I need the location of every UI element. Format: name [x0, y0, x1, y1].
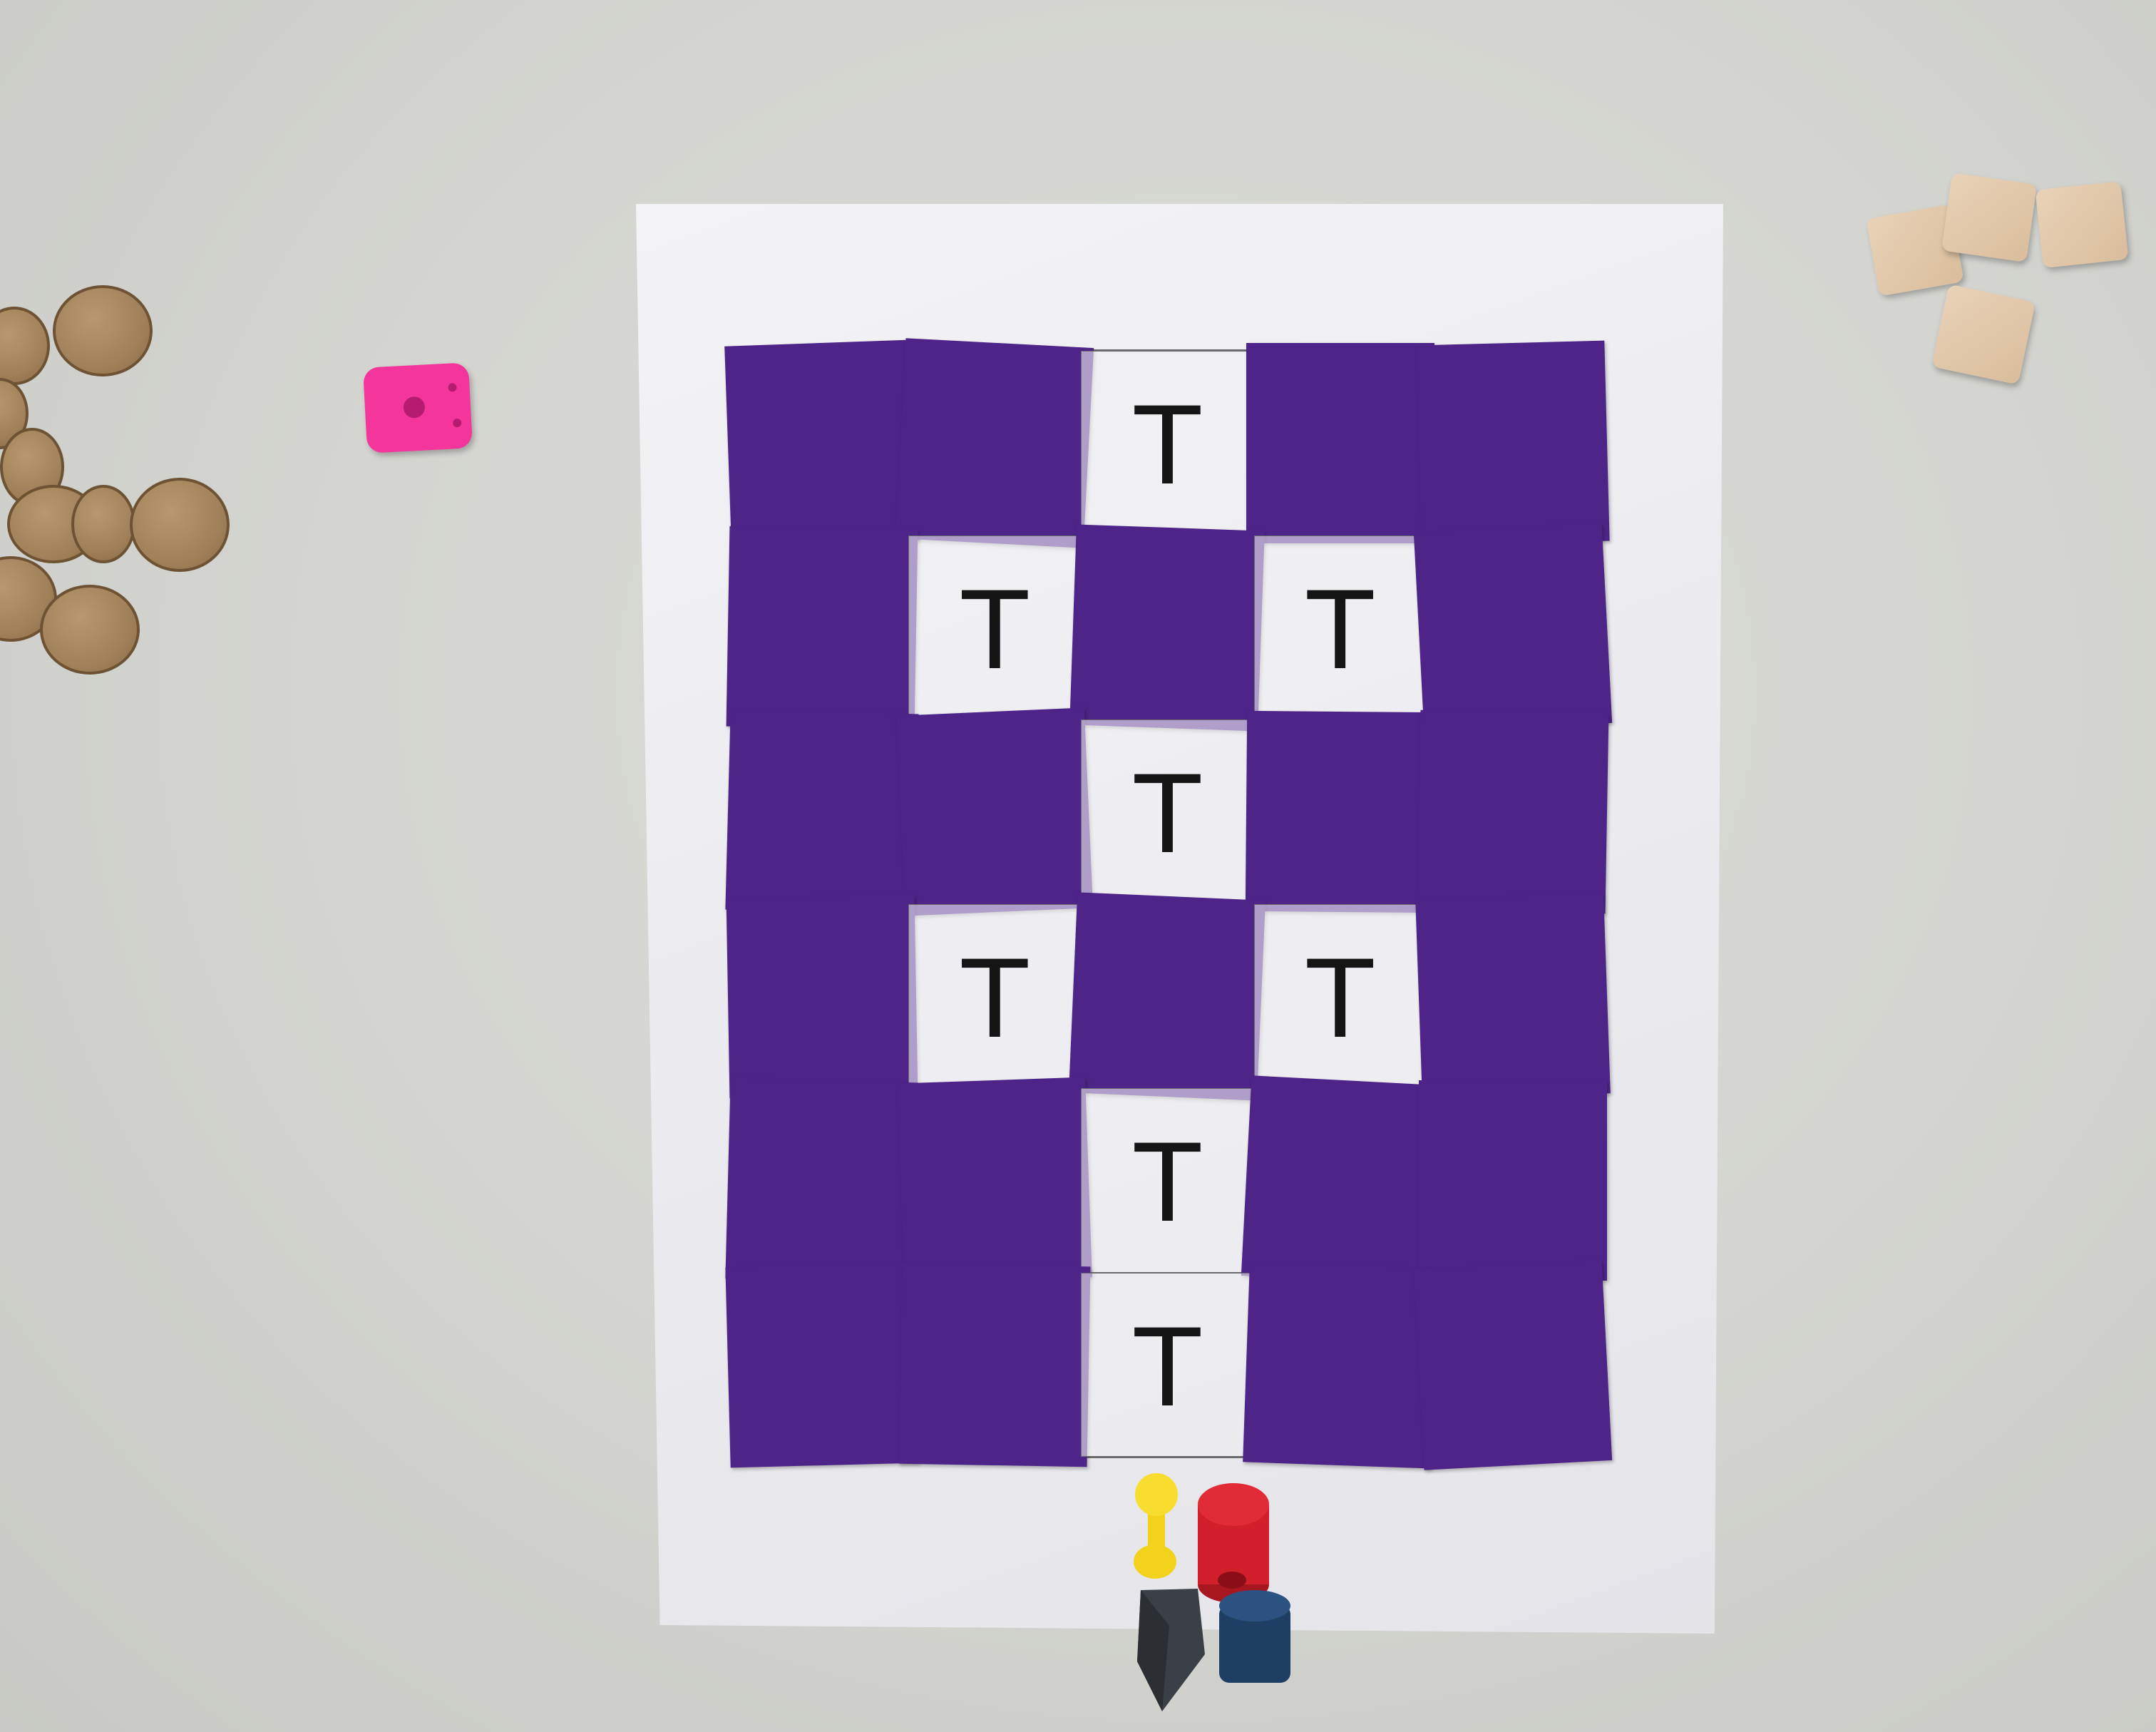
cell-letter: T: [962, 569, 1028, 694]
wooden-disc[interactable]: [130, 478, 230, 572]
purple-card[interactable]: [725, 1077, 919, 1283]
wooden-block-pile: [1854, 164, 2156, 399]
cell-letter: T: [1134, 754, 1201, 878]
purple-card[interactable]: [1417, 709, 1609, 913]
wooden-disc[interactable]: [53, 285, 153, 376]
board-cell-r6-c1[interactable]: [725, 1262, 919, 1467]
board-cell-r1-c3[interactable]: T: [1081, 351, 1254, 536]
board-cell-r1-c2[interactable]: [895, 338, 1094, 548]
board-cell-r2-c3[interactable]: [1069, 523, 1266, 731]
board-cell-r6-c4[interactable]: [1242, 1261, 1438, 1468]
board-cell-r2-c2[interactable]: T: [908, 535, 1082, 719]
wooden-square-block[interactable]: [1931, 284, 2036, 385]
player-pawns: [1134, 1473, 1290, 1711]
wooden-triangle-block[interactable]: [2035, 181, 2129, 268]
wooden-disc[interactable]: [0, 307, 50, 385]
board-cell-r6-c5[interactable]: [1413, 1259, 1613, 1470]
board-cell-r2-c5[interactable]: [1413, 522, 1613, 732]
cell-letter: T: [1134, 385, 1201, 510]
board-cell-r5-c1[interactable]: [725, 1077, 919, 1283]
black-pawn[interactable]: [1137, 1589, 1205, 1711]
game-board-grid: TTTTTTTT: [724, 338, 1613, 1470]
cell-letter: T: [1307, 569, 1373, 694]
die-pip: [448, 383, 457, 392]
wooden-disc[interactable]: [40, 585, 140, 675]
purple-card[interactable]: [1069, 523, 1266, 731]
board-cell-r1-c5[interactable]: [1416, 340, 1610, 545]
die-pip: [403, 396, 426, 419]
board-cell-r3-c5[interactable]: [1417, 709, 1609, 913]
purple-card[interactable]: [726, 526, 918, 729]
purple-card[interactable]: [896, 707, 1094, 916]
pink-die[interactable]: [362, 362, 473, 454]
purple-card[interactable]: [1415, 892, 1611, 1100]
cell-letter: T: [1307, 938, 1373, 1062]
board-cell-r5-c2[interactable]: [897, 1077, 1093, 1284]
board-cell-r4-c5[interactable]: [1415, 892, 1611, 1100]
purple-card[interactable]: [725, 709, 919, 914]
cell-letter: T: [1134, 1122, 1201, 1247]
cell-letter: T: [962, 938, 1028, 1062]
purple-card[interactable]: [1246, 343, 1434, 543]
purple-card[interactable]: [1069, 891, 1266, 1100]
board-cell-r2-c4[interactable]: T: [1253, 535, 1427, 719]
purple-card[interactable]: [895, 338, 1094, 548]
yellow-pawn[interactable]: [1134, 1473, 1178, 1579]
board-cell-r4-c1[interactable]: [726, 894, 918, 1098]
board-cell-r3-c1[interactable]: [725, 709, 919, 914]
red-pawn[interactable]: [1198, 1483, 1269, 1603]
board-cell-r4-c4[interactable]: T: [1253, 903, 1427, 1088]
board-cell-r5-c5[interactable]: [1418, 1080, 1607, 1281]
board-cell-r4-c3[interactable]: [1069, 891, 1266, 1100]
purple-card[interactable]: [1413, 1259, 1613, 1470]
cell-letter: T: [1134, 1306, 1201, 1431]
board-cell-r5-c3[interactable]: T: [1081, 1088, 1254, 1273]
purple-card[interactable]: [1245, 710, 1436, 913]
purple-card[interactable]: [897, 1077, 1093, 1284]
board-cell-r1-c4[interactable]: [1246, 343, 1434, 543]
board-cell-r3-c3[interactable]: T: [1081, 719, 1254, 904]
die-pip: [452, 418, 462, 428]
board-cell-r5-c4[interactable]: [1241, 1075, 1439, 1286]
board-cell-r2-c1[interactable]: [726, 526, 918, 729]
blue-pawn[interactable]: [1219, 1590, 1290, 1683]
purple-card[interactable]: [898, 1263, 1091, 1467]
board-cell-r6-c3[interactable]: T: [1081, 1272, 1254, 1457]
board-cell-r3-c4[interactable]: [1245, 710, 1436, 913]
purple-card[interactable]: [1416, 340, 1610, 545]
purple-card[interactable]: [1241, 1075, 1439, 1286]
board-cell-r6-c2[interactable]: [898, 1263, 1091, 1467]
wooden-disc-pile: [0, 271, 242, 699]
purple-card[interactable]: [1242, 1261, 1438, 1468]
purple-card[interactable]: [726, 894, 918, 1098]
board-cell-r3-c2[interactable]: [896, 707, 1094, 916]
wooden-triangle-block[interactable]: [1941, 173, 2038, 262]
purple-card[interactable]: [1418, 1080, 1607, 1281]
wooden-disc[interactable]: [71, 485, 135, 563]
purple-card[interactable]: [725, 1262, 919, 1467]
purple-card[interactable]: [1413, 522, 1613, 732]
purple-card[interactable]: [724, 339, 920, 547]
board-cell-r1-c1[interactable]: [724, 339, 920, 547]
board-cell-r4-c2[interactable]: T: [908, 903, 1082, 1088]
